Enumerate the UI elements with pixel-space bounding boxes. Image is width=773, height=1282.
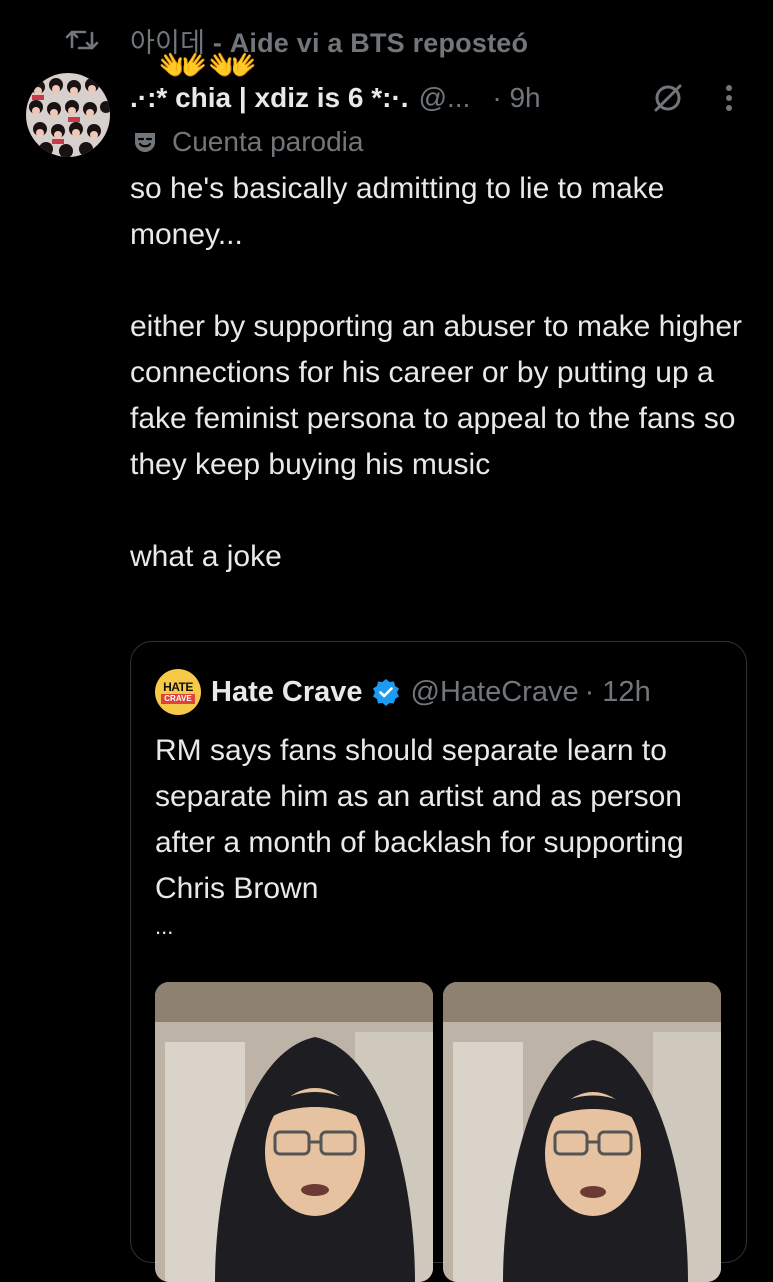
quoted-display-name[interactable]: Hate Crave <box>211 676 363 709</box>
avatar[interactable] <box>26 73 110 157</box>
video-thumbnail[interactable] <box>443 982 721 1282</box>
quoted-tweet-text: RM says fans should separate learn to se… <box>155 728 725 942</box>
tweet-text: so he's basically admitting to lie to ma… <box>130 166 760 580</box>
mask-icon <box>132 129 158 155</box>
quoted-timestamp[interactable]: · 12h <box>585 676 651 709</box>
user-handle[interactable]: @... <box>419 82 471 114</box>
quoted-handle[interactable]: @HateCrave <box>411 676 579 709</box>
verified-badge-icon <box>371 677 401 707</box>
tweet-paragraph: either by supporting an abuser to make h… <box>130 310 743 481</box>
repost-icon <box>62 20 102 60</box>
avatar-collage-icon <box>26 73 110 157</box>
hate-crave-logo[interactable]: HATE CRAVE <box>155 669 201 715</box>
quoted-ellipsis: ... <box>155 914 174 939</box>
tweet-paragraph: so he's basically admitting to lie to ma… <box>130 172 665 251</box>
repost-header: 아이데 - Aide vi a BTS reposteó <box>62 20 528 60</box>
display-name[interactable]: .·:* chia | xdiz is 6 *:·. <box>130 82 409 114</box>
quoted-text: RM says fans should separate learn to se… <box>155 734 684 905</box>
tweet-paragraph: what a joke <box>130 540 282 573</box>
quoted-tweet-header: HATE CRAVE Hate Crave @HateCrave · 12h <box>155 669 651 715</box>
timestamp[interactable]: · 9h <box>492 82 540 114</box>
grok-icon[interactable] <box>650 80 686 116</box>
parody-label: Cuenta parodia <box>132 124 363 160</box>
more-options-icon[interactable] <box>714 80 744 116</box>
video-thumbnail[interactable] <box>155 982 433 1282</box>
parody-label-text: Cuenta parodia <box>172 126 364 157</box>
quoted-tweet[interactable]: HATE CRAVE Hate Crave @HateCrave · 12h R… <box>130 641 747 1282</box>
